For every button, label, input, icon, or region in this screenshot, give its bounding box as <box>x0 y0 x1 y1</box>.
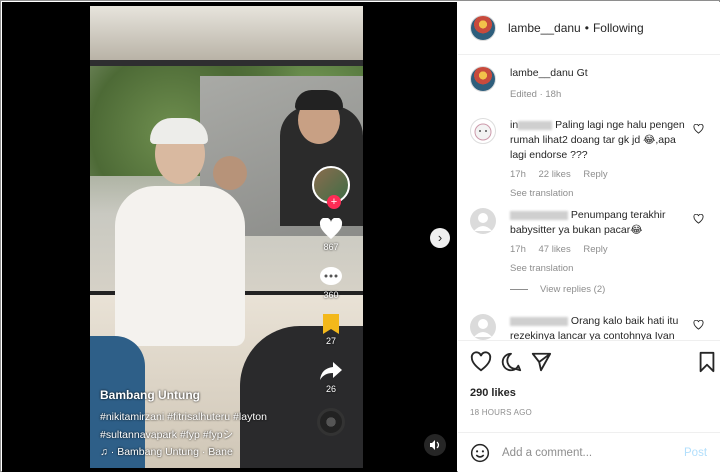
comment-meta: 17h 22 likes Reply <box>510 167 690 182</box>
reply-button[interactable]: Reply <box>583 244 607 255</box>
tiktok-hashtags-line1[interactable]: #nikitamirzani #fitrisalhuteru #layton <box>100 408 310 426</box>
post-actions: 290 likes 18 HOURS AGO <box>458 340 720 417</box>
likes-count[interactable]: 290 likes <box>470 387 708 399</box>
avatar[interactable] <box>470 208 496 234</box>
tiktok-comment-count: 360 <box>323 290 339 300</box>
woman-cap <box>150 118 208 144</box>
reply-button[interactable]: Reply <box>583 169 607 180</box>
redacted-username <box>510 316 568 326</box>
caption-meta: Edited · 18h <box>510 89 562 100</box>
caption-username[interactable]: lambe__danu <box>510 67 574 79</box>
tiktok-side-actions: + 867 360 27 26 <box>309 166 353 436</box>
comment-body: Penumpang terakhir babysitter ya bukan p… <box>510 208 690 276</box>
comments-list[interactable]: lambe__danu Gt Edited · 18h in Paling la… <box>458 56 720 340</box>
tiktok-music[interactable]: ♫ · Bambang Untung · Bane <box>100 446 310 458</box>
music-disc-icon[interactable] <box>317 408 345 436</box>
post-timestamp[interactable]: 18 HOURS AGO <box>470 408 708 417</box>
follow-plus-icon[interactable]: + <box>327 195 341 209</box>
comment-body: in Paling lagi nge halu pengen rumah lih… <box>510 118 690 201</box>
save-icon[interactable] <box>696 351 718 373</box>
woman-figure <box>115 186 245 346</box>
tiktok-author[interactable]: Bambang Untung <box>100 388 310 402</box>
see-translation-link[interactable]: See translation <box>510 261 690 276</box>
comment-username[interactable]: in <box>510 119 553 131</box>
header-separator: • <box>584 21 589 35</box>
comment-like-icon[interactable] <box>693 124 704 134</box>
comment-username[interactable] <box>510 315 568 327</box>
header-username[interactable]: lambe__danu <box>508 21 581 35</box>
comment-time: 17h <box>510 244 526 255</box>
tiktok-video[interactable]: + 867 360 27 26 Bambang Untung #nikitami… <box>90 6 363 468</box>
action-icons <box>470 351 715 375</box>
caption-body: lambe__danu Gt Edited · 18h <box>510 66 690 102</box>
post-media[interactable]: + 867 360 27 26 Bambang Untung #nikitami… <box>2 2 457 472</box>
comment-likes[interactable]: 22 likes <box>539 169 571 180</box>
view-replies-label: View replies (2) <box>540 284 606 295</box>
instagram-post-modal: + 867 360 27 26 Bambang Untung #nikitami… <box>0 0 720 472</box>
man-cap <box>295 90 343 110</box>
comment-like-icon[interactable] <box>693 320 704 330</box>
child-head <box>213 156 247 190</box>
comment-body: Orang kalo baik hati itu rezekinya lanca… <box>510 314 690 340</box>
tiktok-share-button[interactable]: 26 <box>309 360 353 394</box>
tiktok-bookmark-button[interactable]: 27 <box>309 314 353 346</box>
post-details-panel: lambe__danu • Following lambe__danu Gt E… <box>458 2 720 472</box>
avatar[interactable] <box>470 314 496 340</box>
caption-text: Gt <box>576 67 588 79</box>
tiktok-comment-button[interactable]: 360 <box>309 266 353 300</box>
heart-icon <box>319 218 343 239</box>
comment-icon[interactable] <box>500 351 522 373</box>
comment-bubble-icon <box>320 267 342 285</box>
post-header: lambe__danu • Following <box>458 2 720 55</box>
tiktok-bookmark-count: 27 <box>325 336 336 346</box>
tiktok-profile-avatar[interactable]: + <box>312 166 350 209</box>
bookmark-icon <box>323 314 339 334</box>
share-arrow-icon <box>320 362 342 380</box>
comment-meta: 17h 47 likes Reply <box>510 242 690 257</box>
comment-time: 17h <box>510 169 526 180</box>
tiktok-share-count: 26 <box>325 384 336 394</box>
heart-icon[interactable] <box>470 351 492 373</box>
tiktok-caption: Bambang Untung #nikitamirzani #fitrisalh… <box>100 388 310 458</box>
cart-canopy <box>90 6 363 66</box>
tiktok-like-button[interactable]: 867 <box>309 218 353 252</box>
tiktok-hashtags: #nikitamirzani #fitrisalhuteru #layton #… <box>100 408 310 444</box>
comment-username[interactable] <box>510 209 568 221</box>
comment-like-icon[interactable] <box>693 214 704 224</box>
see-translation-link[interactable]: See translation <box>510 186 690 201</box>
emoji-icon[interactable] <box>470 443 490 463</box>
post-comment-button[interactable]: Post <box>684 447 707 459</box>
redacted-username <box>510 210 568 220</box>
avatar[interactable] <box>470 15 496 41</box>
volume-icon[interactable] <box>424 434 446 456</box>
chevron-right-icon[interactable]: › <box>430 228 450 248</box>
view-replies-button[interactable]: View replies (2) <box>510 284 605 295</box>
avatar[interactable] <box>470 66 496 92</box>
avatar[interactable] <box>470 118 496 144</box>
redacted-username <box>518 120 553 130</box>
add-comment-bar: Post <box>458 432 720 472</box>
comment-input[interactable] <box>502 446 672 459</box>
comment-likes[interactable]: 47 likes <box>539 244 571 255</box>
tiktok-like-count: 867 <box>323 242 339 252</box>
tiktok-hashtags-line2[interactable]: #sultannavapark #fyp #fypシ <box>100 426 310 444</box>
following-button[interactable]: Following <box>593 21 644 35</box>
share-icon[interactable] <box>530 351 552 373</box>
replies-divider <box>510 288 528 290</box>
